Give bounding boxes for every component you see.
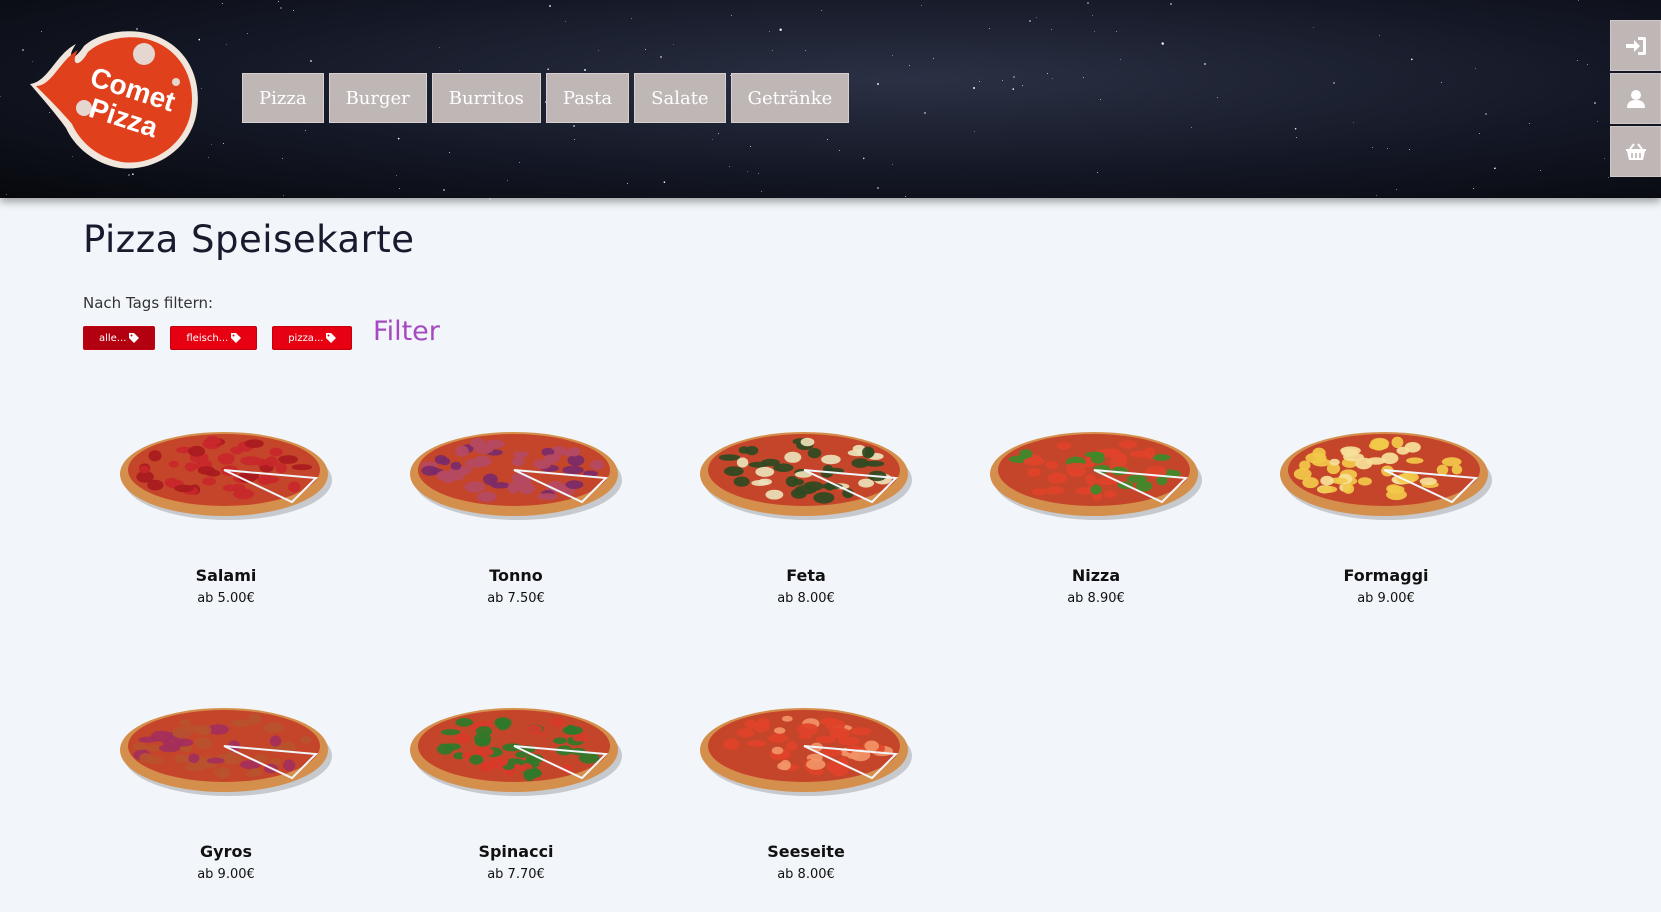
- product-price: ab 7.70€: [487, 867, 545, 882]
- tag-icon: [326, 333, 337, 343]
- comet-pizza-logo[interactable]: Comet Pizza: [28, 24, 204, 174]
- product-name[interactable]: Nizza: [966, 566, 1226, 585]
- pizza-image: [410, 432, 622, 520]
- nav-item-pizza[interactable]: Pizza: [242, 73, 324, 123]
- filter-link[interactable]: Filter: [373, 316, 440, 347]
- site-header: Comet Pizza Pizza Burger Burritos Pasta …: [0, 0, 1661, 200]
- basket-button[interactable]: [1610, 126, 1661, 177]
- tag-alle[interactable]: alle...: [83, 326, 156, 350]
- main-navigation: Pizza Burger Burritos Pasta Salate Geträ…: [242, 73, 850, 123]
- product-card[interactable]: Nizza ab 8.90€: [966, 418, 1226, 606]
- product-card[interactable]: Feta ab 8.00€: [676, 418, 936, 606]
- product-card[interactable]: Seeseite ab 8.00€: [676, 694, 936, 882]
- product-name[interactable]: Gyros: [96, 842, 356, 861]
- tag-filter-list: alle... fleisch... pizza...: [83, 326, 353, 350]
- tag-label: pizza...: [288, 332, 324, 344]
- product-price: ab 7.50€: [487, 591, 545, 606]
- pizza-image: [120, 708, 332, 796]
- product-name[interactable]: Salami: [96, 566, 356, 585]
- tag-icon: [231, 333, 242, 343]
- basket-icon: [1625, 142, 1646, 160]
- page-title: Pizza Speisekarte: [83, 218, 415, 261]
- account-button[interactable]: [1610, 73, 1661, 124]
- tag-icon: [129, 333, 140, 343]
- product-price: ab 9.00€: [197, 867, 255, 882]
- tag-fleisch[interactable]: fleisch...: [170, 326, 258, 350]
- pizza-image: [700, 708, 912, 796]
- product-card[interactable]: Tonno ab 7.50€: [386, 418, 646, 606]
- logo-crater-icon: [133, 43, 155, 65]
- product-price: ab 8.00€: [777, 591, 835, 606]
- tag-label: alle...: [99, 332, 127, 344]
- product-price: ab 8.90€: [1067, 591, 1125, 606]
- product-card[interactable]: Formaggi ab 9.00€: [1256, 418, 1516, 606]
- nav-item-pasta[interactable]: Pasta: [545, 73, 630, 123]
- product-name[interactable]: Spinacci: [386, 842, 646, 861]
- nav-item-getraenke[interactable]: Getränke: [730, 73, 850, 123]
- login-icon: [1625, 36, 1646, 55]
- user-icon: [1626, 89, 1645, 108]
- product-price: ab 8.00€: [777, 867, 835, 882]
- product-card[interactable]: Salami ab 5.00€: [96, 418, 356, 606]
- tag-label: fleisch...: [186, 332, 229, 344]
- tag-pizza[interactable]: pizza...: [272, 326, 353, 350]
- nav-item-salate[interactable]: Salate: [634, 73, 726, 123]
- product-name[interactable]: Feta: [676, 566, 936, 585]
- product-card[interactable]: Spinacci ab 7.70€: [386, 694, 646, 882]
- pizza-image: [700, 432, 912, 520]
- pizza-image: [1280, 432, 1492, 520]
- filter-label: Nach Tags filtern:: [83, 294, 214, 312]
- product-price: ab 9.00€: [1357, 591, 1415, 606]
- side-actions: [1610, 20, 1661, 177]
- pizza-image: [410, 708, 622, 796]
- product-price: ab 5.00€: [197, 591, 255, 606]
- product-name[interactable]: Tonno: [386, 566, 646, 585]
- product-name[interactable]: Formaggi: [1256, 566, 1516, 585]
- product-card[interactable]: Gyros ab 9.00€: [96, 694, 356, 882]
- nav-item-burritos[interactable]: Burritos: [431, 73, 541, 123]
- nav-item-burger[interactable]: Burger: [328, 73, 427, 123]
- pizza-image: [120, 432, 332, 520]
- login-button[interactable]: [1610, 20, 1661, 71]
- pizza-image: [990, 432, 1202, 520]
- product-name[interactable]: Seeseite: [676, 842, 936, 861]
